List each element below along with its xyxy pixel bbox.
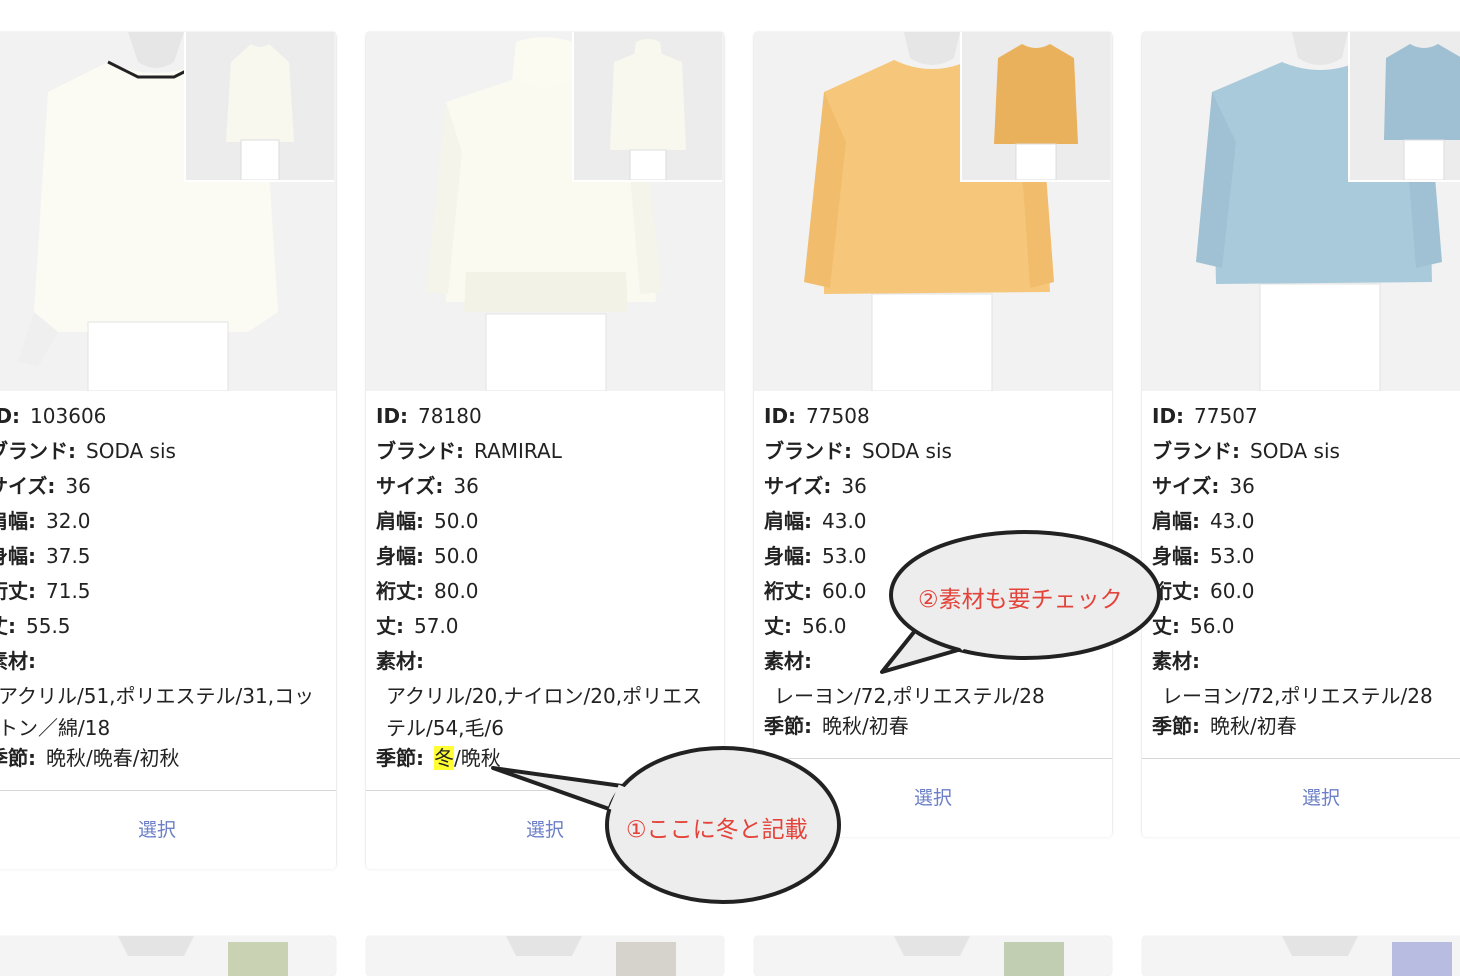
- product-season: 晩秋/初春: [1210, 714, 1297, 738]
- product-season-row: 季節: 冬/晩秋: [376, 746, 501, 770]
- product-material-label: 素材:: [376, 649, 424, 673]
- product-sleeve-row: 裄丈: 60.0: [1152, 579, 1255, 603]
- product-shoulder-row: 肩幅: 43.0: [1152, 509, 1255, 533]
- product-body-width: 37.5: [46, 544, 91, 568]
- product-brand: SODA sis: [862, 439, 952, 463]
- product-length-row: 丈:55.5: [0, 614, 71, 638]
- product-id-row: ID: 78180: [376, 404, 482, 428]
- product-brand: SODA sis: [1250, 439, 1340, 463]
- product-material: アクリル/51,ポリエステル/31,コットン／綿/18: [0, 684, 315, 740]
- product-id: 77507: [1194, 404, 1258, 428]
- product-sleeve-row: 裄丈:71.5: [0, 579, 91, 603]
- product-sleeve: 80.0: [434, 579, 479, 603]
- select-button[interactable]: 選択: [1142, 758, 1460, 837]
- product-id-row: ID:103606: [0, 404, 107, 428]
- annotation-note-2: ②素材も要チェック: [918, 587, 1123, 613]
- annotation-note-1: ①ここに冬と記載: [626, 817, 808, 843]
- product-season: 晩秋/晩春/初秋: [46, 746, 180, 770]
- product-thumbnail[interactable]: [1348, 32, 1460, 182]
- product-photo: [366, 32, 724, 391]
- product-body-width: 53.0: [822, 544, 867, 568]
- product-photo: [1142, 32, 1460, 391]
- product-size-row: サイズ:36: [376, 474, 479, 498]
- product-size: 36: [841, 474, 867, 498]
- product-body-width: 53.0: [1210, 544, 1255, 568]
- product-material-label: 素材:: [0, 649, 36, 673]
- product-season: /晩秋: [454, 746, 501, 770]
- product-shoulder: 32.0: [46, 509, 91, 533]
- product-season: 晩秋/初春: [822, 714, 909, 738]
- product-shoulder: 50.0: [434, 509, 479, 533]
- product-brand-row: ブランド:SODA sis: [764, 439, 952, 463]
- product-size: 36: [453, 474, 479, 498]
- product-thumbnail[interactable]: [572, 32, 722, 182]
- product-card: ID: 77508 ブランド: SODA sis サイズ: 36 肩幅: 43.0 身幅…: [754, 32, 1112, 837]
- product-shoulder: 43.0: [822, 509, 867, 533]
- product-size: 36: [65, 474, 91, 498]
- product-material: アクリル/20,ナイロン/20,ポリエステル/54,毛/6: [386, 684, 703, 740]
- product-shoulder: 43.0: [1210, 509, 1255, 533]
- product-body-width-row: 身幅: 50.0: [376, 544, 479, 568]
- product-shoulder-row: 肩幅:32.0: [0, 509, 91, 533]
- product-season-row: 季節:晩秋/晩春/初秋: [0, 746, 180, 770]
- product-size-row: サイズ:36: [764, 474, 867, 498]
- product-card-next-row: [0, 936, 336, 976]
- product-length: 55.5: [26, 614, 71, 638]
- product-sleeve-row: 裄丈: 80.0: [376, 579, 479, 603]
- product-length-row: 丈: 56.0: [1152, 614, 1235, 638]
- product-sleeve: 71.5: [46, 579, 91, 603]
- product-id-row: ID: 77508: [764, 404, 870, 428]
- product-id: 77508: [806, 404, 870, 428]
- product-material: レーヨン/72,ポリエステル/28: [774, 684, 1045, 708]
- product-season-row: 季節: 晩秋/初春: [764, 714, 909, 738]
- product-thumbnail[interactable]: [960, 32, 1110, 182]
- product-length: 56.0: [802, 614, 847, 638]
- product-body-width-row: 身幅:37.5: [0, 544, 91, 568]
- product-size: 36: [1229, 474, 1255, 498]
- select-button[interactable]: 選択: [0, 790, 336, 869]
- product-season-row: 季節: 晩秋/初春: [1152, 714, 1297, 738]
- product-card-next-row: [1142, 936, 1460, 976]
- product-body-width: 50.0: [434, 544, 479, 568]
- product-material-label: 素材:: [1152, 649, 1200, 673]
- product-card: ID: 78180 ブランド: RAMIRAL サイズ: 36 肩幅: 50.0 身幅:…: [366, 32, 724, 869]
- product-card: ID: 77507 ブランド: SODA sis サイズ: 36 肩幅: 43.0 身幅…: [1142, 32, 1460, 837]
- select-button[interactable]: 選択: [754, 758, 1112, 837]
- product-shoulder-row: 肩幅: 50.0: [376, 509, 479, 533]
- product-brand-row: ブランド:SODA sis: [1152, 439, 1340, 463]
- product-length-row: 丈: 57.0: [376, 614, 459, 638]
- product-body-width-row: 身幅: 53.0: [1152, 544, 1255, 568]
- product-shoulder-row: 肩幅: 43.0: [764, 509, 867, 533]
- product-brand: RAMIRAL: [474, 439, 562, 463]
- product-id-row: ID: 77507: [1152, 404, 1258, 428]
- season-highlight: 冬: [434, 746, 454, 770]
- product-id: 103606: [30, 404, 107, 428]
- product-photo: [0, 32, 336, 391]
- product-size-row: サイズ:36: [0, 474, 91, 498]
- product-length: 56.0: [1190, 614, 1235, 638]
- product-material: レーヨン/72,ポリエステル/28: [1162, 684, 1433, 708]
- product-photo: [754, 32, 1112, 391]
- product-brand-row: ブランド: RAMIRAL: [376, 439, 562, 463]
- product-sleeve: 60.0: [1210, 579, 1255, 603]
- product-length-row: 丈: 56.0: [764, 614, 847, 638]
- product-brand: SODA sis: [86, 439, 176, 463]
- product-sleeve: 60.0: [822, 579, 867, 603]
- product-body-width-row: 身幅: 53.0: [764, 544, 867, 568]
- product-card-next-row: [754, 936, 1112, 976]
- product-material-label: 素材:: [764, 649, 812, 673]
- product-card: ID:103606 ブランド:SODA sis サイズ:36 肩幅:32.0 身…: [0, 32, 336, 869]
- product-brand-row: ブランド:SODA sis: [0, 439, 176, 463]
- product-size-row: サイズ:36: [1152, 474, 1255, 498]
- product-card-next-row: [366, 936, 724, 976]
- product-length: 57.0: [414, 614, 459, 638]
- product-thumbnail[interactable]: [184, 32, 334, 182]
- product-id: 78180: [418, 404, 482, 428]
